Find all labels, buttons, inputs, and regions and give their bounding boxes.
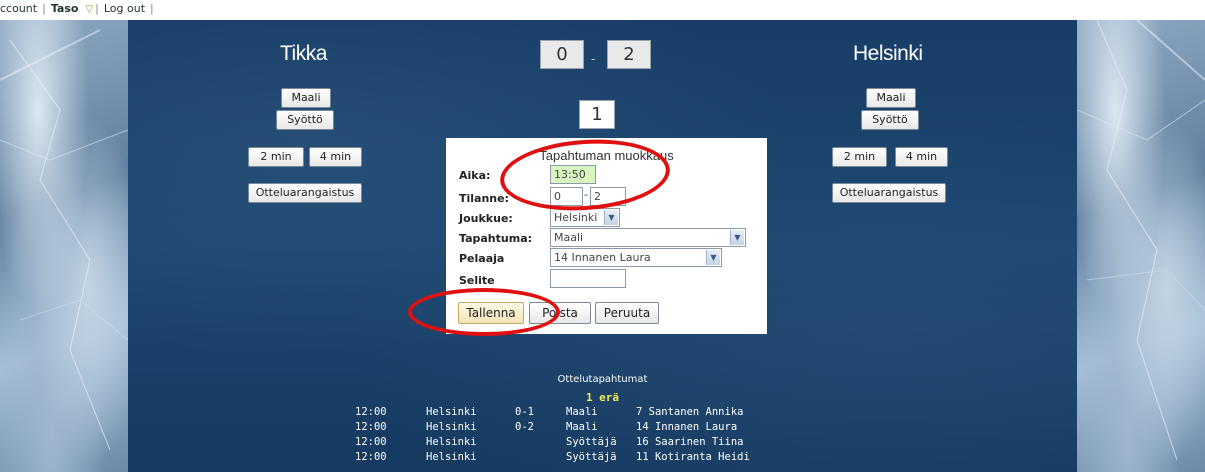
- chevron-down-icon: ▼: [730, 230, 744, 245]
- event-row: 12:00 Helsinki Syöttäjä 11 Kotiranta Hei…: [0, 451, 1205, 464]
- event-row: 12:00 Helsinki Syöttäjä 16 Saarinen Tiin…: [0, 436, 1205, 449]
- time-input[interactable]: 13:50: [550, 165, 596, 184]
- event-team: Helsinki: [426, 436, 477, 448]
- event-time: 12:00: [355, 451, 387, 463]
- event-type-select-value: Maali: [554, 231, 584, 244]
- account-bar: ccount | Taso ▽ | Log out |: [0, 0, 1205, 20]
- home-match-penalty-button[interactable]: Otteluarangaistus: [248, 183, 362, 203]
- away-goal-button[interactable]: Maali: [866, 88, 916, 108]
- away-assist-button[interactable]: Syöttö: [861, 110, 919, 130]
- event-type: Syöttäjä: [566, 436, 617, 448]
- home-team-name: Tikka: [280, 42, 327, 65]
- event-type: Maali: [566, 421, 598, 433]
- separator: |: [150, 2, 154, 15]
- home-goal-button[interactable]: Maali: [281, 88, 331, 108]
- situation-separator: -: [584, 188, 588, 201]
- player-select-value: 14 Innanen Laura: [554, 251, 651, 264]
- event-row: 12:00 Helsinki 0-1 Maali 7 Santanen Anni…: [0, 406, 1205, 419]
- events-title: Ottelutapahtumat: [557, 374, 648, 385]
- ice-background-left: [0, 20, 128, 472]
- situation-home-input[interactable]: 0: [550, 187, 583, 206]
- logout-link[interactable]: Log out: [99, 2, 150, 15]
- away-team-name: Helsinki: [853, 42, 923, 65]
- event-type-label: Tapahtuma:: [459, 232, 533, 245]
- away-2min-penalty-button[interactable]: 2 min: [832, 147, 887, 167]
- ice-cracks-left: [0, 29, 128, 451]
- team-label: Joukkue:: [459, 212, 513, 225]
- ice-cracks-right: [1077, 20, 1205, 461]
- home-4min-penalty-button[interactable]: 4 min: [309, 147, 362, 167]
- chevron-down-icon: ▼: [706, 250, 720, 265]
- event-team: Helsinki: [426, 451, 477, 463]
- dialog-title: Tapahtuman muokkaus: [539, 148, 674, 163]
- event-score: 0-1: [515, 406, 534, 418]
- note-label: Selite: [459, 274, 495, 287]
- edit-event-dialog: Tapahtuman muokkaus Aika: 13:50 Tilanne:…: [446, 138, 767, 334]
- event-team: Helsinki: [426, 406, 477, 418]
- time-label: Aika:: [459, 169, 491, 182]
- away-score: 2: [607, 40, 651, 69]
- save-button[interactable]: Tallenna: [458, 302, 524, 324]
- player-label: Pelaaja: [459, 252, 505, 265]
- event-time: 12:00: [355, 436, 387, 448]
- account-link[interactable]: ccount: [0, 2, 42, 15]
- user-menu[interactable]: Taso: [46, 2, 84, 15]
- situation-label: Tilanne:: [459, 192, 509, 205]
- event-type-select[interactable]: Maali ▼: [550, 228, 746, 247]
- event-type: Syöttäjä: [566, 451, 617, 463]
- player-select[interactable]: 14 Innanen Laura ▼: [550, 248, 722, 267]
- event-score: 0-2: [515, 421, 534, 433]
- event-time: 12:00: [355, 421, 387, 433]
- team-select[interactable]: Helsinki ▼: [550, 208, 620, 227]
- situation-away-input[interactable]: 2: [590, 187, 626, 206]
- delete-button[interactable]: Poista: [529, 302, 591, 324]
- ice-background-right: [1077, 20, 1205, 472]
- event-row: 12:00 Helsinki 0-2 Maali 14 Innanen Laur…: [0, 421, 1205, 434]
- away-4min-penalty-button[interactable]: 4 min: [895, 147, 948, 167]
- event-player: 14 Innanen Laura: [636, 421, 738, 433]
- event-player: 16 Saarinen Tiina: [636, 436, 744, 448]
- home-assist-button[interactable]: Syöttö: [276, 110, 334, 130]
- team-select-value: Helsinki: [554, 211, 598, 224]
- event-player: 7 Santanen Annika: [636, 406, 744, 418]
- away-match-penalty-button[interactable]: Otteluarangaistus: [832, 183, 946, 203]
- chevron-down-icon: ▼: [604, 210, 618, 225]
- period-number: 1: [579, 100, 615, 129]
- event-type: Maali: [566, 406, 598, 418]
- events-period-label: 1 erä: [585, 391, 620, 404]
- event-player: 11 Kotiranta Heidi: [636, 451, 750, 463]
- event-time: 12:00: [355, 406, 387, 418]
- home-score: 0: [540, 40, 584, 69]
- home-2min-penalty-button[interactable]: 2 min: [248, 147, 304, 167]
- score-separator: -: [591, 52, 596, 66]
- chevron-down-icon[interactable]: ▽: [83, 4, 95, 15]
- event-team: Helsinki: [426, 421, 477, 433]
- cancel-button[interactable]: Peruuta: [595, 302, 659, 324]
- note-input[interactable]: [550, 269, 626, 288]
